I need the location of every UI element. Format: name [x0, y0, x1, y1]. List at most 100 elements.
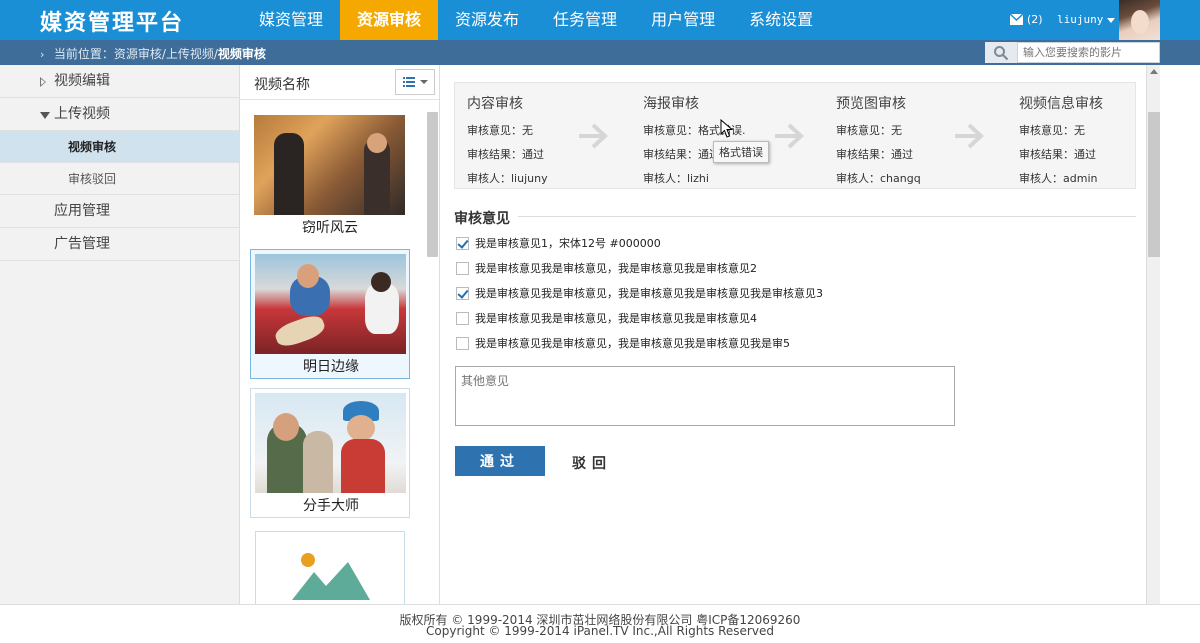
option-label: 我是审核意见我是审核意见，我是审核意见我是审核意见4: [475, 312, 757, 325]
footer: 版权所有 © 1999-2014 深圳市茁壮网络股份有限公司 粤ICP备1206…: [0, 604, 1200, 643]
step-reviewer: 审核人：changq: [836, 172, 921, 185]
video-list-title: 视频名称: [254, 77, 310, 93]
breadcrumb-current: 视频审核: [217, 47, 266, 61]
option-label: 我是审核意见我是审核意见，我是审核意见我是审核意见我是审5: [475, 337, 790, 350]
username: liujuny: [1057, 13, 1104, 26]
checkbox[interactable]: [456, 311, 469, 325]
other-opinion-textarea[interactable]: [455, 366, 955, 426]
footer-copyright-cn: 版权所有 © 1999-2014 深圳市茁壮网络股份有限公司 粤ICP备1206…: [399, 613, 801, 627]
checkbox[interactable]: [456, 336, 469, 350]
pass-button[interactable]: 通过: [455, 446, 545, 476]
breadcrumb: › 当前位置：资源审核/上传视频/视频审核: [40, 45, 266, 62]
step-title: 视频信息审核: [1019, 96, 1103, 112]
video-card[interactable]: 分手大师: [250, 388, 410, 518]
sidebar-item-label: 视频编辑: [54, 73, 110, 89]
video-list-panel: 视频名称 窃听风云 明日边缘 分手大师: [240, 65, 440, 604]
step-reviewer: 审核人：lizhi: [643, 172, 709, 185]
reject-button[interactable]: 驳回: [572, 453, 612, 473]
chevron-down-icon: [419, 80, 428, 84]
video-card[interactable]: [255, 531, 405, 604]
video-thumbnail: [255, 254, 406, 354]
step-opinion: 审核意见：无: [467, 124, 533, 137]
review-option[interactable]: 我是审核意见1，宋体12号 #000000: [456, 235, 661, 251]
nav-item-tasks[interactable]: 任务管理: [536, 0, 634, 40]
section-title: 审核意见: [454, 211, 510, 227]
chevron-right-icon: [40, 77, 46, 87]
sidebar-item-ad-management[interactable]: 广告管理: [0, 228, 239, 261]
step-title: 海报审核: [643, 96, 699, 112]
video-card[interactable]: 明日边缘: [250, 249, 410, 379]
nav-item-resource-review[interactable]: 资源审核: [340, 0, 439, 40]
step-reviewer: 审核人：liujuny: [467, 172, 548, 185]
sidebar-item-app-management[interactable]: 应用管理: [0, 195, 239, 228]
review-option[interactable]: 我是审核意见我是审核意见，我是审核意见我是审核意见4: [456, 310, 757, 326]
video-title: 分手大师: [303, 498, 359, 514]
step-opinion: 审核意见：无: [1019, 124, 1085, 137]
app-logo[interactable]: 媒资管理平台: [40, 5, 184, 37]
cursor-icon: [720, 119, 734, 138]
step-reviewer: 审核人：admin: [1019, 172, 1098, 185]
arrow-right-icon: [775, 123, 804, 149]
sidebar-item-label: 广告管理: [54, 236, 110, 252]
search-button[interactable]: [985, 42, 1017, 63]
breadcrumb-path: 当前位置：资源审核/上传视频/: [53, 47, 218, 61]
step-result: 审核结果：通过: [467, 148, 544, 161]
step-opinion: 审核意见：无: [836, 124, 902, 137]
flow-step-content: 内容审核 审核意见：无 审核结果：通过 审核人：liujuny: [467, 93, 548, 191]
nav-item-media[interactable]: 媒资管理: [242, 0, 340, 40]
mail-icon: [1010, 14, 1023, 25]
video-title: 明日边缘: [303, 359, 359, 375]
flow-step-preview: 预览图审核 审核意见：无 审核结果：通过 审核人：changq: [836, 93, 921, 191]
avatar[interactable]: [1119, 0, 1160, 40]
sidebar: 视频编辑 上传视频 视频审核 审核驳回 应用管理 广告管理: [0, 65, 240, 604]
step-title: 预览图审核: [836, 96, 906, 112]
review-option[interactable]: 我是审核意见我是审核意见，我是审核意见我是审核意见我是审核意见3: [456, 285, 823, 301]
user-menu[interactable]: liujuny: [1057, 13, 1116, 26]
checkbox[interactable]: [456, 286, 469, 300]
mail-button[interactable]: (2): [1010, 13, 1043, 26]
video-thumbnail: [254, 115, 405, 215]
sidebar-subitem-review-rejected[interactable]: 审核驳回: [0, 163, 239, 195]
sidebar-subitem-video-review[interactable]: 视频审核: [0, 131, 239, 163]
footer-copyright-en: Copyright © 1999-2014 iPanel.TV Inc.,All…: [426, 624, 774, 638]
top-header: 媒资管理平台 媒资管理 资源审核 资源发布 任务管理 用户管理 系统设置 (2)…: [0, 0, 1200, 40]
view-mode-dropdown[interactable]: [395, 69, 435, 95]
search-input[interactable]: [1017, 42, 1160, 63]
review-option[interactable]: 我是审核意见我是审核意见，我是审核意见我是审核意见2: [456, 260, 757, 276]
scroll-up-icon[interactable]: [1150, 69, 1158, 74]
option-label: 我是审核意见我是审核意见，我是审核意见我是审核意见2: [475, 262, 757, 275]
video-thumbnail: [255, 393, 406, 493]
main-nav: 媒资管理 资源审核 资源发布 任务管理 用户管理 系统设置: [242, 0, 830, 40]
sidebar-item-video-edit[interactable]: 视频编辑: [0, 65, 239, 98]
step-result: 审核结果：通过: [1019, 148, 1096, 161]
video-list-header: 视频名称: [240, 65, 439, 100]
checkbox[interactable]: [456, 261, 469, 275]
video-card[interactable]: 窃听风云: [250, 111, 410, 241]
review-flow: 内容审核 审核意见：无 审核结果：通过 审核人：liujuny 海报审核 审核意…: [454, 82, 1136, 189]
chevron-down-icon: [40, 112, 50, 119]
sidebar-item-upload-video[interactable]: 上传视频: [0, 98, 239, 131]
search-icon: [994, 45, 1009, 60]
flow-step-info: 视频信息审核 审核意见：无 审核结果：通过 审核人：admin: [1019, 93, 1103, 191]
sidebar-item-label: 上传视频: [54, 106, 110, 122]
nav-item-settings[interactable]: 系统设置: [732, 0, 830, 40]
main-scrollbar[interactable]: [1146, 65, 1160, 604]
divider: [518, 216, 1136, 217]
sidebar-item-label: 应用管理: [54, 203, 110, 219]
nav-item-resource-publish[interactable]: 资源发布: [438, 0, 536, 40]
scrollbar-thumb[interactable]: [1148, 112, 1160, 257]
nav-item-users[interactable]: 用户管理: [634, 0, 732, 40]
step-title: 内容审核: [467, 96, 523, 112]
step-result: 审核结果：通过: [836, 148, 913, 161]
mail-count: (2): [1027, 13, 1043, 26]
arrow-right-icon: [955, 123, 984, 149]
video-title: 窃听风云: [302, 220, 358, 236]
image-placeholder-icon: [292, 553, 370, 600]
list-view-icon: [402, 77, 415, 87]
option-label: 我是审核意见1，宋体12号 #000000: [475, 237, 661, 250]
review-option[interactable]: 我是审核意见我是审核意见，我是审核意见我是审核意见我是审5: [456, 335, 790, 351]
tooltip: 格式错误: [713, 141, 769, 163]
scrollbar[interactable]: [427, 112, 438, 257]
checkbox[interactable]: [456, 236, 469, 250]
option-label: 我是审核意见我是审核意见，我是审核意见我是审核意见我是审核意见3: [475, 287, 823, 300]
